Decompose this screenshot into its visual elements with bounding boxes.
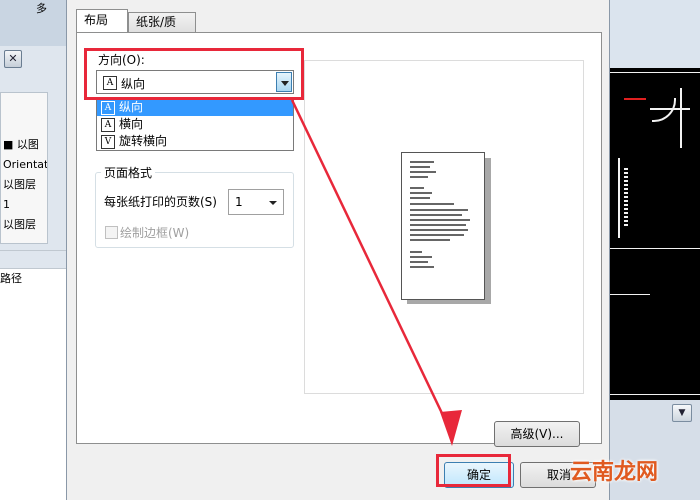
property-row: 以图层	[3, 218, 36, 231]
portrait-orientation-icon: A	[101, 101, 115, 115]
background-title-fragment: 多	[36, 2, 47, 15]
landscape-orientation-icon: A	[101, 118, 115, 132]
pages-per-sheet-dropdown[interactable]: 1	[228, 189, 284, 215]
pages-per-sheet-value: 1	[235, 195, 243, 209]
option-label: 纵向	[119, 100, 144, 114]
chevron-down-icon	[269, 201, 277, 205]
orientation-highlight-box	[84, 48, 304, 100]
ok-highlight-box	[436, 454, 511, 487]
orientation-option-landscape[interactable]: A 横向	[97, 116, 293, 133]
tab-layout[interactable]: 布局	[76, 9, 128, 32]
background-app-window: 多 ✕ ■ 以图 Orientatio 以图层 1 以图层 路径	[0, 0, 66, 501]
orientation-option-portrait[interactable]: A 纵向	[97, 99, 293, 116]
draw-border-label: 绘制边框(W)	[120, 226, 190, 240]
watermark-logo: 云南龙网	[570, 460, 659, 485]
property-row: 以图层	[3, 178, 36, 191]
option-label: 横向	[119, 117, 144, 131]
background-cad-toolbar	[610, 0, 700, 68]
background-path-label: 路径	[0, 272, 22, 285]
background-property-panel: ■ 以图 Orientatio 以图层 1 以图层	[0, 92, 48, 244]
option-label: 旋转横向	[119, 134, 168, 148]
pages-per-sheet-label: 每张纸打印的页数(S)	[104, 195, 217, 209]
chevron-down-icon[interactable]: ▼	[672, 404, 692, 422]
divider	[0, 250, 66, 251]
property-row: ■ 以图	[3, 138, 39, 151]
close-icon[interactable]: ✕	[4, 50, 22, 68]
background-lower-panel	[0, 268, 66, 501]
tab-paper-quality[interactable]: 纸张/质量	[128, 12, 196, 47]
rotated-landscape-orientation-icon: V	[101, 135, 115, 149]
background-toolbar: 多	[0, 0, 66, 46]
property-row: Orientatio	[3, 158, 47, 171]
orientation-option-rotated-landscape[interactable]: V 旋转横向	[97, 133, 293, 150]
orientation-options-list: A 纵向 A 横向 V 旋转横向	[96, 97, 294, 151]
draw-border-checkbox[interactable]	[105, 226, 118, 239]
preview-page-icon	[401, 152, 485, 300]
cad-drawing-canvas	[610, 68, 700, 400]
property-row: 1	[3, 198, 10, 211]
page-format-title: 页面格式	[101, 164, 156, 181]
advanced-button[interactable]: 高级(V)...	[494, 421, 580, 447]
